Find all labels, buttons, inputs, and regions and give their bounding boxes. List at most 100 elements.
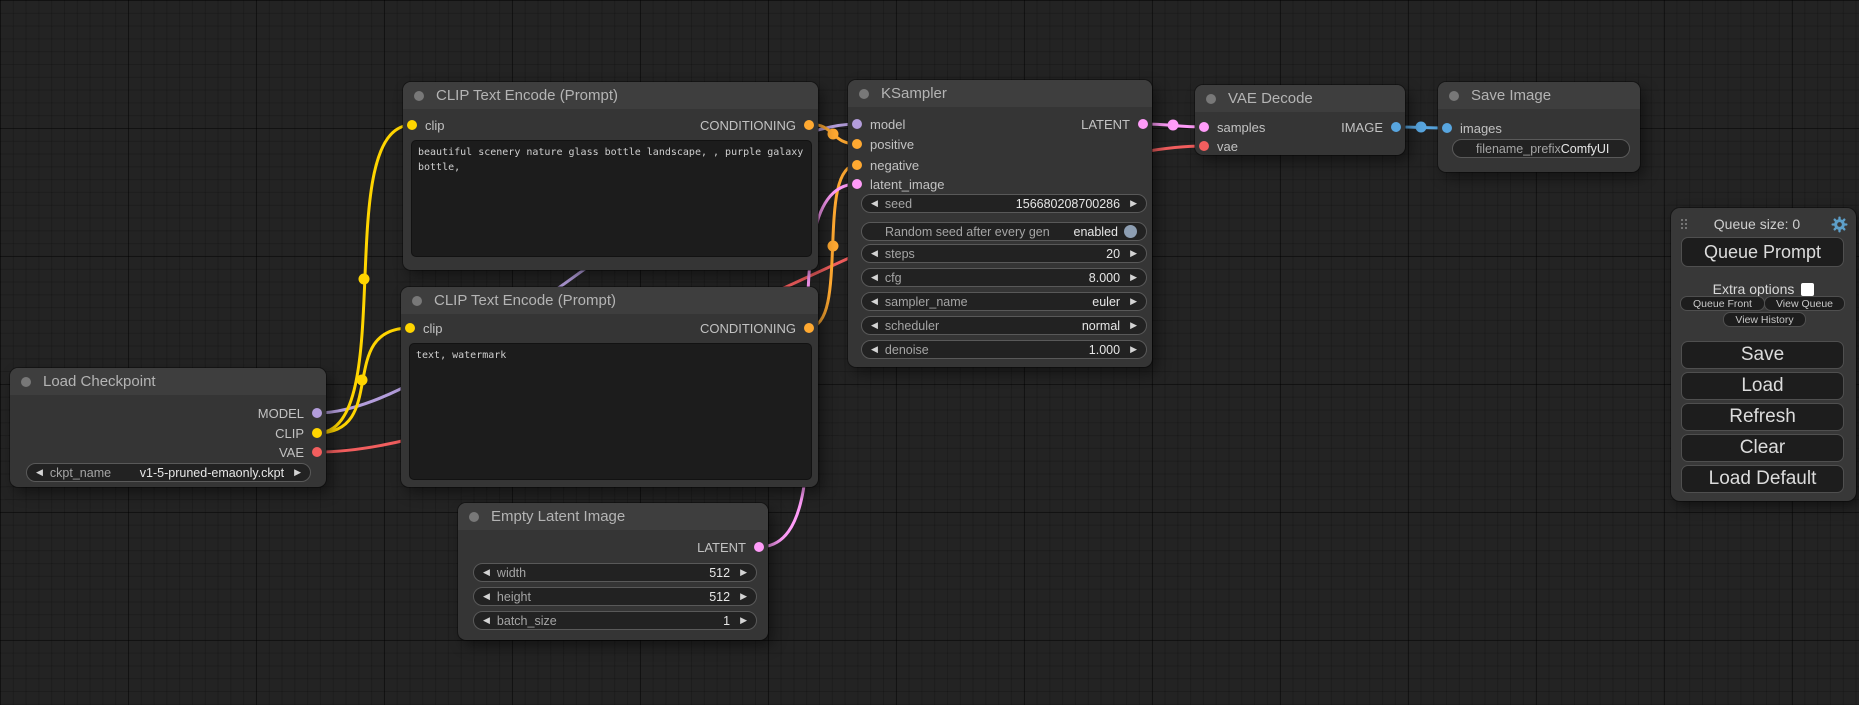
decrement-arrow[interactable]: ◀ — [871, 344, 878, 355]
decrement-arrow[interactable]: ◀ — [871, 296, 878, 307]
widget-random-seed-toggle[interactable]: Random seed after every gen enabled — [861, 222, 1147, 241]
node-titlebar[interactable]: KSampler — [848, 80, 1152, 107]
prompt-textarea[interactable]: text, watermark — [409, 343, 812, 480]
settings-gear-icon[interactable] — [1831, 216, 1848, 233]
node-title: Save Image — [1471, 87, 1551, 104]
increment-arrow[interactable]: ▶ — [1130, 248, 1137, 259]
refresh-button[interactable]: Refresh — [1681, 403, 1844, 431]
node-clip-text-encode-positive[interactable]: CLIP Text Encode (Prompt) clip CONDITION… — [403, 82, 818, 270]
input-port-negative[interactable] — [852, 160, 862, 170]
output-port-conditioning[interactable] — [804, 323, 814, 333]
input-port-latent-image[interactable] — [852, 179, 862, 189]
collapse-dot[interactable] — [1206, 94, 1216, 104]
link-midpoint-dot[interactable] — [359, 274, 370, 285]
widget-height[interactable]: ◀ height 512 ▶ — [473, 587, 757, 606]
node-title: CLIP Text Encode (Prompt) — [434, 292, 616, 309]
queue-front-button[interactable]: Queue Front — [1680, 296, 1765, 311]
prompt-textarea[interactable]: beautiful scenery nature glass bottle la… — [411, 140, 812, 257]
widget-seed[interactable]: ◀ seed 156680208700286 ▶ — [861, 194, 1147, 213]
queue-prompt-button[interactable]: Queue Prompt — [1681, 237, 1844, 267]
decrement-arrow[interactable]: ◀ — [871, 272, 878, 283]
input-port-clip[interactable] — [407, 120, 417, 130]
input-port-positive[interactable] — [852, 139, 862, 149]
output-port-conditioning[interactable] — [804, 120, 814, 130]
widget-batch-size[interactable]: ◀ batch_size 1 ▶ — [473, 611, 757, 630]
decrement-arrow[interactable]: ◀ — [483, 567, 490, 578]
link-midpoint-dot[interactable] — [828, 241, 839, 252]
node-titlebar[interactable]: CLIP Text Encode (Prompt) — [403, 82, 818, 109]
output-port-model[interactable] — [312, 408, 322, 418]
view-queue-button[interactable]: View Queue — [1764, 296, 1845, 311]
node-load-checkpoint[interactable]: Load Checkpoint MODEL CLIP VAE ◀ ckpt_na… — [10, 368, 326, 487]
view-history-button[interactable]: View History — [1723, 312, 1806, 327]
node-title: KSampler — [881, 85, 947, 102]
toggle-knob[interactable] — [1124, 225, 1137, 238]
widget-width[interactable]: ◀ width 512 ▶ — [473, 563, 757, 582]
load-button[interactable]: Load — [1681, 372, 1844, 400]
load-default-button[interactable]: Load Default — [1681, 465, 1844, 493]
collapse-dot[interactable] — [21, 377, 31, 387]
node-graph-canvas[interactable]: Load Checkpoint MODEL CLIP VAE ◀ ckpt_na… — [0, 0, 1859, 705]
increment-arrow[interactable]: ▶ — [740, 591, 747, 602]
widget-cfg[interactable]: ◀ cfg 8.000 ▶ — [861, 268, 1147, 287]
increment-arrow[interactable]: ▶ — [1130, 320, 1137, 331]
input-port-clip[interactable] — [405, 323, 415, 333]
output-port-image[interactable] — [1391, 122, 1401, 132]
node-save-image[interactable]: Save Image images filename_prefix ComfyU… — [1438, 82, 1640, 172]
link-midpoint-dot[interactable] — [1168, 120, 1179, 131]
widget-ckpt-name[interactable]: ◀ ckpt_name v1-5-pruned-emaonly.ckpt ▶ — [26, 463, 311, 482]
output-port-clip[interactable] — [312, 428, 322, 438]
increment-arrow[interactable]: ▶ — [1130, 344, 1137, 355]
link-midpoint-dot[interactable] — [357, 375, 368, 386]
input-port-samples[interactable] — [1199, 122, 1209, 132]
node-titlebar[interactable]: VAE Decode — [1195, 85, 1405, 112]
node-ksampler[interactable]: KSampler model positive negative latent_… — [848, 80, 1152, 367]
widget-filename-prefix[interactable]: filename_prefix ComfyUI — [1452, 139, 1630, 158]
output-port-latent[interactable] — [1138, 119, 1148, 129]
clear-button[interactable]: Clear — [1681, 434, 1844, 462]
collapse-dot[interactable] — [414, 91, 424, 101]
widget-scheduler[interactable]: ◀ scheduler normal ▶ — [861, 316, 1147, 335]
widget-steps[interactable]: ◀ steps 20 ▶ — [861, 244, 1147, 263]
save-button[interactable]: Save — [1681, 341, 1844, 369]
node-titlebar[interactable]: Empty Latent Image — [458, 503, 768, 530]
extra-options-checkbox[interactable] — [1801, 283, 1814, 296]
queue-size-label: Queue size: 0 — [1683, 216, 1831, 232]
increment-arrow[interactable]: ▶ — [1130, 296, 1137, 307]
node-title: Load Checkpoint — [43, 373, 156, 390]
node-clip-text-encode-negative[interactable]: CLIP Text Encode (Prompt) clip CONDITION… — [401, 287, 818, 487]
extra-options-label: Extra options — [1713, 281, 1795, 297]
decrement-arrow[interactable]: ◀ — [871, 248, 878, 259]
node-title: Empty Latent Image — [491, 508, 625, 525]
increment-arrow[interactable]: ▶ — [1130, 198, 1137, 209]
node-titlebar[interactable]: Load Checkpoint — [10, 368, 326, 395]
collapse-dot[interactable] — [469, 512, 479, 522]
decrement-arrow[interactable]: ◀ — [483, 591, 490, 602]
collapse-dot[interactable] — [412, 296, 422, 306]
input-port-images[interactable] — [1442, 123, 1452, 133]
link-midpoint-dot[interactable] — [1416, 122, 1427, 133]
node-title: VAE Decode — [1228, 90, 1313, 107]
link-midpoint-dot[interactable] — [828, 129, 839, 140]
node-empty-latent-image[interactable]: Empty Latent Image LATENT ◀ width 512 ▶ … — [458, 503, 768, 640]
decrement-arrow[interactable]: ◀ — [871, 320, 878, 331]
decrement-arrow[interactable]: ◀ — [483, 615, 490, 626]
increment-arrow[interactable]: ▶ — [740, 615, 747, 626]
decrement-arrow[interactable]: ◀ — [36, 467, 43, 478]
increment-arrow[interactable]: ▶ — [1130, 272, 1137, 283]
increment-arrow[interactable]: ▶ — [294, 467, 301, 478]
output-port-vae[interactable] — [312, 447, 322, 457]
input-port-vae[interactable] — [1199, 141, 1209, 151]
increment-arrow[interactable]: ▶ — [740, 567, 747, 578]
widget-denoise[interactable]: ◀ denoise 1.000 ▶ — [861, 340, 1147, 359]
node-titlebar[interactable]: CLIP Text Encode (Prompt) — [401, 287, 818, 314]
input-port-model[interactable] — [852, 119, 862, 129]
output-port-latent[interactable] — [754, 542, 764, 552]
node-vae-decode[interactable]: VAE Decode samples vae IMAGE — [1195, 85, 1405, 155]
node-title: CLIP Text Encode (Prompt) — [436, 87, 618, 104]
node-titlebar[interactable]: Save Image — [1438, 82, 1640, 109]
widget-sampler-name[interactable]: ◀ sampler_name euler ▶ — [861, 292, 1147, 311]
collapse-dot[interactable] — [859, 89, 869, 99]
decrement-arrow[interactable]: ◀ — [871, 198, 878, 209]
collapse-dot[interactable] — [1449, 91, 1459, 101]
